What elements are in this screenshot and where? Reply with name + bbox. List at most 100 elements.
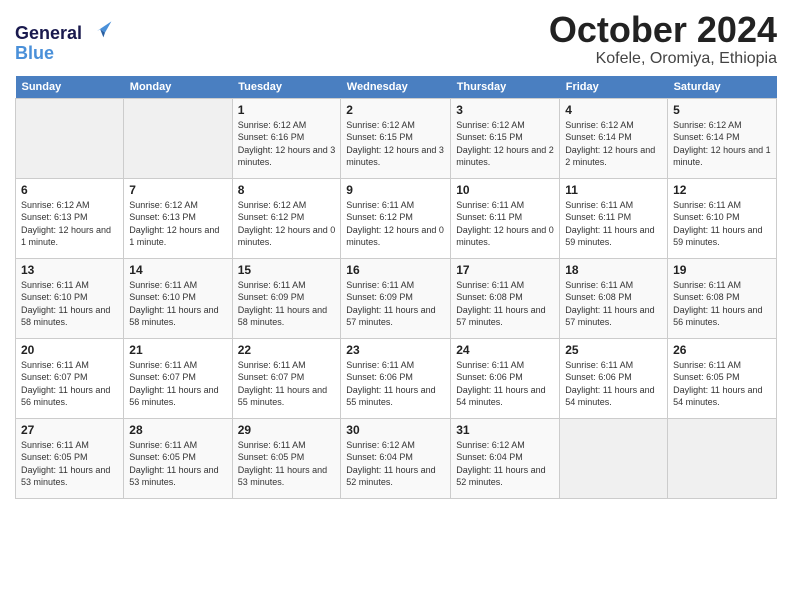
weekday-header-saturday: Saturday xyxy=(668,76,777,99)
day-info: Sunrise: 6:11 AM Sunset: 6:10 PM Dayligh… xyxy=(21,279,118,329)
weekday-header-monday: Monday xyxy=(124,76,232,99)
day-number: 12 xyxy=(673,183,771,197)
day-number: 10 xyxy=(456,183,554,197)
day-cell: 21 Sunrise: 6:11 AM Sunset: 6:07 PM Dayli… xyxy=(124,338,232,418)
day-info: Sunrise: 6:11 AM Sunset: 6:08 PM Dayligh… xyxy=(673,279,771,329)
day-info: Sunrise: 6:12 AM Sunset: 6:04 PM Dayligh… xyxy=(456,439,554,489)
day-info: Sunrise: 6:11 AM Sunset: 6:11 PM Dayligh… xyxy=(456,199,554,249)
day-number: 28 xyxy=(129,423,226,437)
day-cell: 10 Sunrise: 6:11 AM Sunset: 6:11 PM Dayli… xyxy=(451,178,560,258)
week-row-3: 13Sunrise: 6:11 AM Sunset: 6:10 PM Dayli… xyxy=(16,258,777,338)
day-cell: 23 Sunrise: 6:11 AM Sunset: 6:06 PM Dayli… xyxy=(341,338,451,418)
day-info: Sunrise: 6:12 AM Sunset: 6:13 PM Dayligh… xyxy=(129,199,226,249)
day-cell: 1 Sunrise: 6:12 AM Sunset: 6:16 PM Daylig… xyxy=(232,98,341,178)
day-info: Sunrise: 6:12 AM Sunset: 6:15 PM Dayligh… xyxy=(346,119,445,169)
weekday-header-thursday: Thursday xyxy=(451,76,560,99)
day-number: 19 xyxy=(673,263,771,277)
day-cell: 13Sunrise: 6:11 AM Sunset: 6:10 PM Dayli… xyxy=(16,258,124,338)
month-title: October 2024 xyxy=(549,10,777,50)
weekday-header-wednesday: Wednesday xyxy=(341,76,451,99)
day-info: Sunrise: 6:11 AM Sunset: 6:05 PM Dayligh… xyxy=(673,359,771,409)
day-cell: 17Sunrise: 6:11 AM Sunset: 6:08 PM Dayli… xyxy=(451,258,560,338)
day-number: 7 xyxy=(129,183,226,197)
week-row-2: 6Sunrise: 6:12 AM Sunset: 6:13 PM Daylig… xyxy=(16,178,777,258)
week-row-4: 20 Sunrise: 6:11 AM Sunset: 6:07 PM Dayli… xyxy=(16,338,777,418)
day-info: Sunrise: 6:12 AM Sunset: 6:16 PM Dayligh… xyxy=(238,119,336,169)
day-cell xyxy=(124,98,232,178)
location: Kofele, Oromiya, Ethiopia xyxy=(549,50,777,68)
day-cell xyxy=(668,418,777,498)
day-number: 5 xyxy=(673,103,771,117)
day-number: 23 xyxy=(346,343,445,357)
weekday-header-tuesday: Tuesday xyxy=(232,76,341,99)
day-number: 25 xyxy=(565,343,662,357)
day-number: 26 xyxy=(673,343,771,357)
day-info: Sunrise: 6:12 AM Sunset: 6:12 PM Dayligh… xyxy=(238,199,336,249)
day-cell xyxy=(16,98,124,178)
day-cell: 9 Sunrise: 6:11 AM Sunset: 6:12 PM Daylig… xyxy=(341,178,451,258)
day-number: 29 xyxy=(238,423,336,437)
day-cell: 18 Sunrise: 6:11 AM Sunset: 6:08 PM Dayli… xyxy=(560,258,668,338)
day-number: 16 xyxy=(346,263,445,277)
day-info: Sunrise: 6:11 AM Sunset: 6:06 PM Dayligh… xyxy=(346,359,445,409)
day-number: 21 xyxy=(129,343,226,357)
logo: General Blue xyxy=(15,15,113,64)
day-number: 15 xyxy=(238,263,336,277)
day-info: Sunrise: 6:11 AM Sunset: 6:10 PM Dayligh… xyxy=(129,279,226,329)
day-cell: 11 Sunrise: 6:11 AM Sunset: 6:11 PM Dayli… xyxy=(560,178,668,258)
day-info: Sunrise: 6:11 AM Sunset: 6:07 PM Dayligh… xyxy=(129,359,226,409)
day-info: Sunrise: 6:11 AM Sunset: 6:07 PM Dayligh… xyxy=(238,359,336,409)
day-cell: 3 Sunrise: 6:12 AM Sunset: 6:15 PM Daylig… xyxy=(451,98,560,178)
day-number: 20 xyxy=(21,343,118,357)
week-row-5: 27 Sunrise: 6:11 AM Sunset: 6:05 PM Dayli… xyxy=(16,418,777,498)
day-info: Sunrise: 6:11 AM Sunset: 6:11 PM Dayligh… xyxy=(565,199,662,249)
day-cell: 6Sunrise: 6:12 AM Sunset: 6:13 PM Daylig… xyxy=(16,178,124,258)
day-number: 2 xyxy=(346,103,445,117)
day-info: Sunrise: 6:11 AM Sunset: 6:05 PM Dayligh… xyxy=(129,439,226,489)
day-cell: 8 Sunrise: 6:12 AM Sunset: 6:12 PM Daylig… xyxy=(232,178,341,258)
day-cell: 14Sunrise: 6:11 AM Sunset: 6:10 PM Dayli… xyxy=(124,258,232,338)
day-number: 3 xyxy=(456,103,554,117)
day-info: Sunrise: 6:11 AM Sunset: 6:06 PM Dayligh… xyxy=(565,359,662,409)
day-cell: 5 Sunrise: 6:12 AM Sunset: 6:14 PM Daylig… xyxy=(668,98,777,178)
header: General Blue October 2024 Kofele, Oromiy… xyxy=(15,10,777,68)
day-number: 8 xyxy=(238,183,336,197)
day-info: Sunrise: 6:11 AM Sunset: 6:05 PM Dayligh… xyxy=(238,439,336,489)
day-cell: 25 Sunrise: 6:11 AM Sunset: 6:06 PM Dayli… xyxy=(560,338,668,418)
day-info: Sunrise: 6:11 AM Sunset: 6:09 PM Dayligh… xyxy=(346,279,445,329)
day-cell: 29 Sunrise: 6:11 AM Sunset: 6:05 PM Dayli… xyxy=(232,418,341,498)
day-cell: 12Sunrise: 6:11 AM Sunset: 6:10 PM Dayli… xyxy=(668,178,777,258)
day-info: Sunrise: 6:11 AM Sunset: 6:12 PM Dayligh… xyxy=(346,199,445,249)
day-cell: 20 Sunrise: 6:11 AM Sunset: 6:07 PM Dayli… xyxy=(16,338,124,418)
day-info: Sunrise: 6:12 AM Sunset: 6:15 PM Dayligh… xyxy=(456,119,554,169)
day-number: 17 xyxy=(456,263,554,277)
logo-bird-icon xyxy=(89,15,113,39)
day-number: 30 xyxy=(346,423,445,437)
day-cell: 28 Sunrise: 6:11 AM Sunset: 6:05 PM Dayli… xyxy=(124,418,232,498)
day-number: 11 xyxy=(565,183,662,197)
page-container: General Blue October 2024 Kofele, Oromiy… xyxy=(0,0,792,509)
title-block: October 2024 Kofele, Oromiya, Ethiopia xyxy=(549,10,777,68)
weekday-header-friday: Friday xyxy=(560,76,668,99)
calendar-table: SundayMondayTuesdayWednesdayThursdayFrid… xyxy=(15,76,777,499)
day-number: 18 xyxy=(565,263,662,277)
day-cell: 31Sunrise: 6:12 AM Sunset: 6:04 PM Dayli… xyxy=(451,418,560,498)
day-cell: 26 Sunrise: 6:11 AM Sunset: 6:05 PM Dayli… xyxy=(668,338,777,418)
day-number: 1 xyxy=(238,103,336,117)
day-number: 9 xyxy=(346,183,445,197)
weekday-header-row: SundayMondayTuesdayWednesdayThursdayFrid… xyxy=(16,76,777,99)
day-info: Sunrise: 6:11 AM Sunset: 6:07 PM Dayligh… xyxy=(21,359,118,409)
day-cell: 27Sunrise: 6:11 AM Sunset: 6:05 PM Dayli… xyxy=(16,418,124,498)
day-info: Sunrise: 6:12 AM Sunset: 6:14 PM Dayligh… xyxy=(673,119,771,169)
day-cell: 15Sunrise: 6:11 AM Sunset: 6:09 PM Dayli… xyxy=(232,258,341,338)
day-cell: 16 Sunrise: 6:11 AM Sunset: 6:09 PM Dayli… xyxy=(341,258,451,338)
day-number: 22 xyxy=(238,343,336,357)
day-number: 4 xyxy=(565,103,662,117)
day-cell: 22 Sunrise: 6:11 AM Sunset: 6:07 PM Dayli… xyxy=(232,338,341,418)
weekday-header-sunday: Sunday xyxy=(16,76,124,99)
day-info: Sunrise: 6:11 AM Sunset: 6:08 PM Dayligh… xyxy=(565,279,662,329)
day-number: 27 xyxy=(21,423,118,437)
week-row-1: 1 Sunrise: 6:12 AM Sunset: 6:16 PM Daylig… xyxy=(16,98,777,178)
day-cell xyxy=(560,418,668,498)
day-cell: 24Sunrise: 6:11 AM Sunset: 6:06 PM Dayli… xyxy=(451,338,560,418)
